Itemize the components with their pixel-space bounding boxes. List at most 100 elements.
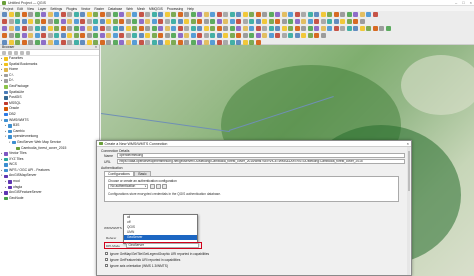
toolbar-tool-icon[interactable] bbox=[229, 12, 235, 17]
toolbar-tool-icon[interactable] bbox=[177, 33, 183, 38]
toolbar-tool-icon[interactable] bbox=[132, 26, 137, 31]
toolbar-tool-icon[interactable] bbox=[320, 12, 326, 17]
toolbar-tool-icon[interactable] bbox=[340, 26, 345, 31]
toolbar-tool-icon[interactable] bbox=[106, 26, 111, 31]
toolbar-tool-icon[interactable] bbox=[158, 26, 163, 31]
toolbar-tool-icon[interactable] bbox=[353, 12, 358, 17]
toolbar-tool-icon[interactable] bbox=[288, 26, 293, 31]
browser-tree-item[interactable]: GeoNode bbox=[0, 196, 99, 202]
toolbar-tool-icon[interactable] bbox=[359, 26, 365, 31]
toolbar-tool-icon[interactable] bbox=[67, 26, 72, 31]
toolbar-tool-icon[interactable] bbox=[80, 33, 85, 38]
toolbar-tool-icon[interactable] bbox=[210, 12, 215, 17]
toolbar-tool-icon[interactable] bbox=[249, 19, 254, 24]
toolbar-tool-icon[interactable] bbox=[47, 33, 53, 38]
toolbar-tool-icon[interactable] bbox=[34, 12, 40, 17]
toolbar-tool-icon[interactable] bbox=[60, 19, 66, 24]
toolbar-tool-icon[interactable] bbox=[275, 12, 280, 17]
toolbar-tool-icon[interactable] bbox=[86, 33, 92, 38]
toolbar-tool-icon[interactable] bbox=[262, 12, 267, 17]
toolbar-tool-icon[interactable] bbox=[268, 19, 274, 24]
toolbar-tool-icon[interactable] bbox=[320, 19, 326, 24]
toolbar-tool-icon[interactable] bbox=[21, 19, 27, 24]
toolbar-tool-icon[interactable] bbox=[203, 12, 209, 17]
toolbar-tool-icon[interactable] bbox=[2, 12, 7, 17]
toolbar-tool-icon[interactable] bbox=[106, 19, 111, 24]
menu-item[interactable]: Database bbox=[108, 7, 122, 11]
menu-item[interactable]: Mesh bbox=[137, 7, 145, 11]
toolbar-tool-icon[interactable] bbox=[15, 26, 20, 31]
toolbar-tool-icon[interactable] bbox=[138, 12, 144, 17]
toolbar-tool-icon[interactable] bbox=[262, 19, 267, 24]
toolbar-tool-icon[interactable] bbox=[203, 26, 209, 31]
toolbar-tool-icon[interactable] bbox=[359, 19, 365, 24]
toolbar-tool-icon[interactable] bbox=[268, 33, 274, 38]
toolbar-tool-icon[interactable] bbox=[307, 33, 313, 38]
toolbar-tool-icon[interactable] bbox=[158, 33, 163, 38]
toolbar-tool-icon[interactable] bbox=[249, 26, 254, 31]
toolbar-tool-icon[interactable] bbox=[249, 12, 254, 17]
toolbar-tool-icon[interactable] bbox=[41, 19, 46, 24]
toolbar-tool-icon[interactable] bbox=[275, 19, 280, 24]
toolbar-tool-icon[interactable] bbox=[132, 12, 137, 17]
toolbar-tool-icon[interactable] bbox=[275, 33, 280, 38]
toolbar-tool-icon[interactable] bbox=[177, 12, 183, 17]
toolbar-tool-icon[interactable] bbox=[119, 26, 124, 31]
toolbar-tool-icon[interactable] bbox=[236, 33, 241, 38]
toolbar-tool-icon[interactable] bbox=[164, 12, 170, 17]
toolbar-tool-icon[interactable] bbox=[385, 26, 391, 31]
toolbar-tool-icon[interactable] bbox=[73, 12, 79, 17]
ignore-axis-orientation-checkbox[interactable]: Ignore axis orientation (WMS 1.3/WMTS) bbox=[105, 263, 168, 268]
toolbar-tool-icon[interactable] bbox=[15, 12, 20, 17]
toolbar-tool-icon[interactable] bbox=[8, 12, 14, 17]
toolbar-tool-icon[interactable] bbox=[125, 33, 131, 38]
toolbar-tool-icon[interactable] bbox=[203, 19, 209, 24]
toolbar-tool-icon[interactable] bbox=[294, 26, 300, 31]
toolbar-tool-icon[interactable] bbox=[294, 19, 300, 24]
toolbar-tool-icon[interactable] bbox=[34, 33, 40, 38]
toolbar-tool-icon[interactable] bbox=[223, 19, 228, 24]
toolbar-tool-icon[interactable] bbox=[132, 33, 137, 38]
toolbar-tool-icon[interactable] bbox=[99, 33, 105, 38]
toolbar-tool-icon[interactable] bbox=[54, 19, 59, 24]
toolbar-tool-icon[interactable] bbox=[151, 33, 157, 38]
toolbar-tool-icon[interactable] bbox=[184, 33, 189, 38]
toolbar-tool-icon[interactable] bbox=[2, 26, 7, 31]
menu-item[interactable]: MMQGIS bbox=[149, 7, 163, 11]
toolbar-tool-icon[interactable] bbox=[73, 19, 79, 24]
toolbar-tool-icon[interactable] bbox=[34, 19, 40, 24]
checkbox-box[interactable] bbox=[105, 251, 109, 256]
toolbar-tool-icon[interactable] bbox=[41, 26, 46, 31]
toolbar-tool-icon[interactable] bbox=[255, 26, 261, 31]
auth-config-select[interactable]: No authentication ▾ bbox=[108, 184, 148, 189]
properties-icon[interactable] bbox=[20, 50, 24, 55]
toolbar-tool-icon[interactable] bbox=[223, 26, 228, 31]
toolbar-tool-icon[interactable] bbox=[255, 19, 261, 24]
scrollbar-thumb[interactable] bbox=[407, 151, 410, 191]
toolbar-tool-icon[interactable] bbox=[28, 26, 33, 31]
toolbar-tool-icon[interactable] bbox=[229, 33, 235, 38]
toolbar-tool-icon[interactable] bbox=[327, 26, 332, 31]
toolbar-tool-icon[interactable] bbox=[327, 12, 332, 17]
toolbar-tool-icon[interactable] bbox=[242, 26, 248, 31]
toolbar-tool-icon[interactable] bbox=[164, 19, 170, 24]
toolbar-tool-icon[interactable] bbox=[138, 19, 144, 24]
toolbar-tool-icon[interactable] bbox=[93, 26, 98, 31]
toolbar-tool-icon[interactable] bbox=[333, 26, 339, 31]
toolbar-tool-icon[interactable] bbox=[242, 12, 248, 17]
toolbar-tool-icon[interactable] bbox=[177, 19, 183, 24]
toolbar-tool-icon[interactable] bbox=[112, 12, 118, 17]
toolbar-tool-icon[interactable] bbox=[236, 26, 241, 31]
toolbar-tool-icon[interactable] bbox=[15, 19, 20, 24]
toolbar-tool-icon[interactable] bbox=[190, 12, 196, 17]
toolbar-tool-icon[interactable] bbox=[275, 26, 280, 31]
toolbar-tool-icon[interactable] bbox=[119, 19, 124, 24]
toolbar-tool-icon[interactable] bbox=[210, 19, 215, 24]
toolbar-tool-icon[interactable] bbox=[210, 26, 215, 31]
toolbar-tool-icon[interactable] bbox=[15, 33, 20, 38]
toolbar-tool-icon[interactable] bbox=[255, 12, 261, 17]
toolbar-tool-icon[interactable] bbox=[60, 33, 66, 38]
toolbar-tool-icon[interactable] bbox=[132, 19, 137, 24]
toolbar-tool-icon[interactable] bbox=[216, 19, 222, 24]
toolbar-tool-icon[interactable] bbox=[47, 12, 53, 17]
